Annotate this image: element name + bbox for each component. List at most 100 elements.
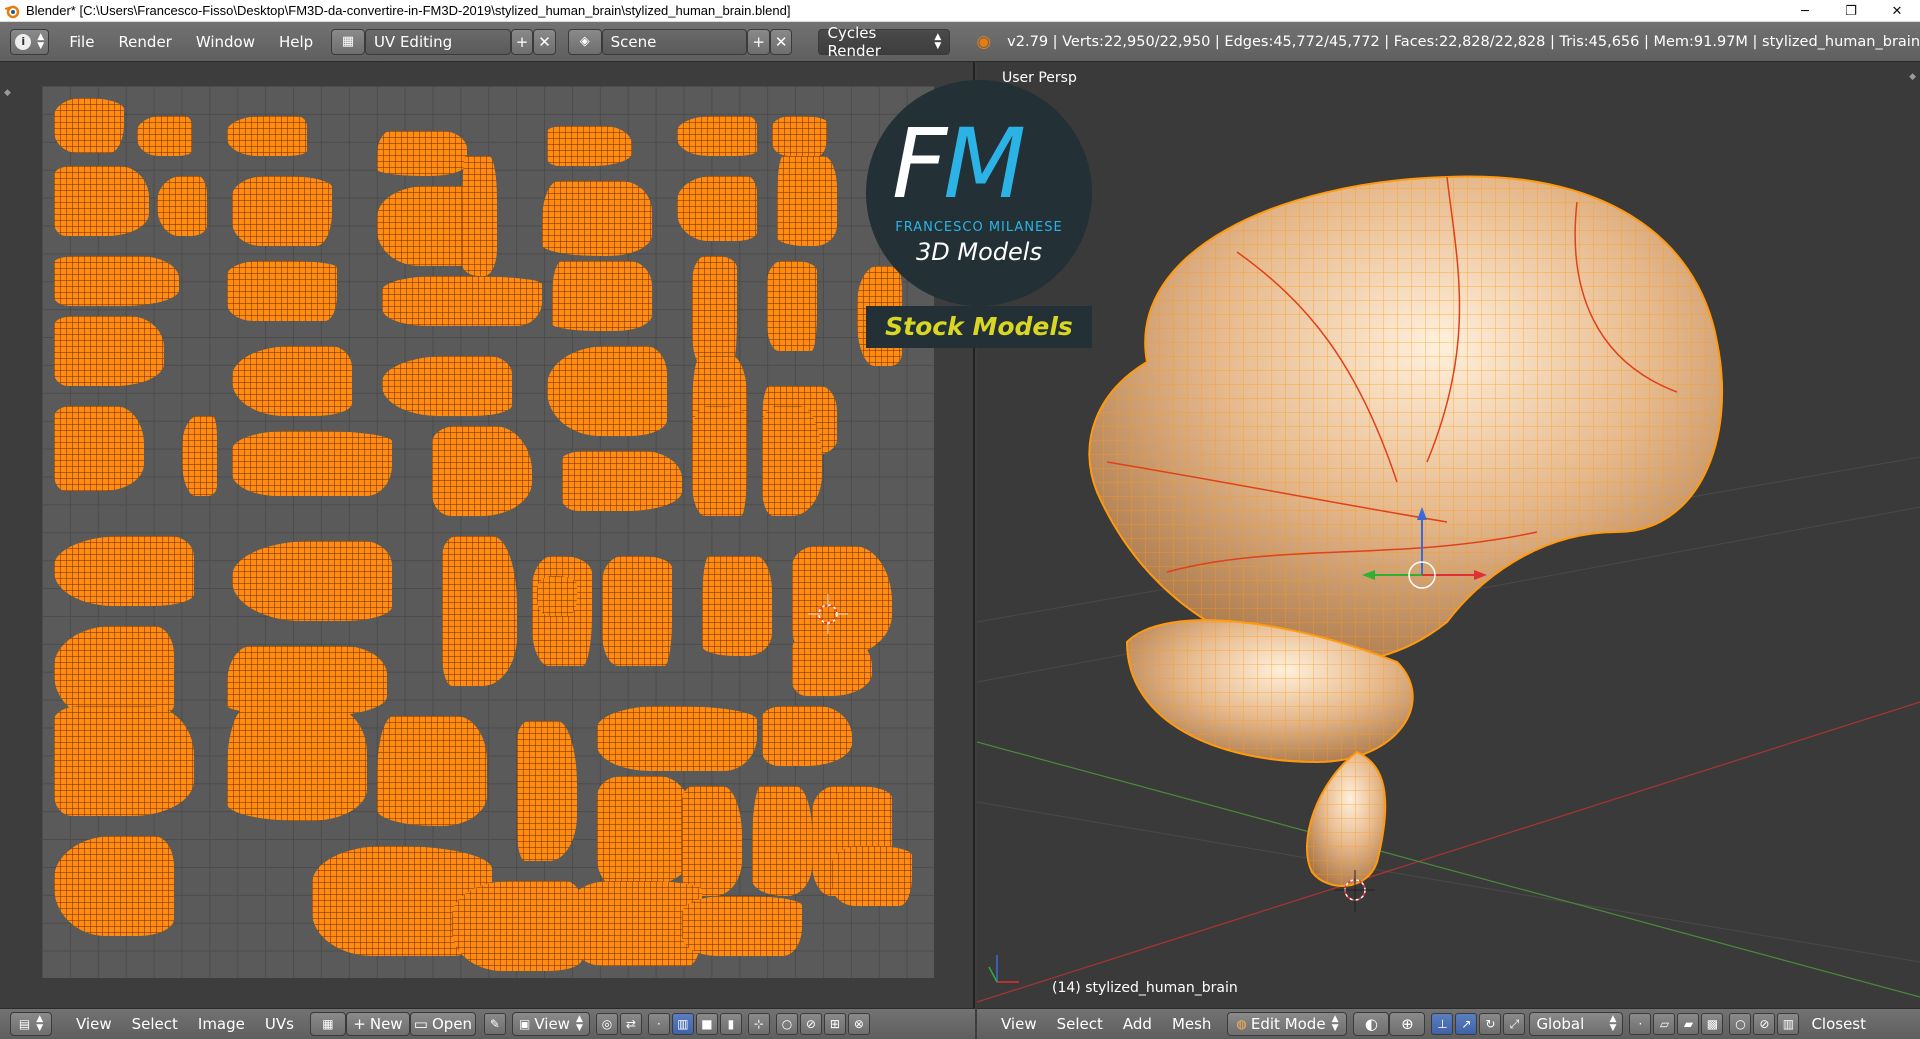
uv-island[interactable] <box>157 176 207 236</box>
rotate-manipulator-icon[interactable]: ↻ <box>1479 1013 1502 1035</box>
pivot-point-select[interactable]: ⊕ <box>1389 1012 1426 1036</box>
uv-island[interactable] <box>137 116 192 156</box>
uv-island[interactable] <box>54 836 174 936</box>
uv-island[interactable] <box>677 176 757 241</box>
select-edge-icon[interactable]: ▱ <box>1653 1013 1676 1035</box>
uv-island[interactable] <box>442 536 517 686</box>
2d-cursor-icon[interactable] <box>808 594 848 634</box>
menu-render[interactable]: Render <box>106 22 183 62</box>
uv-island[interactable] <box>232 541 392 621</box>
new-image-button[interactable]: + New <box>345 1012 410 1036</box>
uv-island[interactable] <box>762 406 822 516</box>
uv-island[interactable] <box>702 556 772 656</box>
uv-island[interactable] <box>377 716 487 826</box>
menu-select[interactable]: Select <box>122 1015 188 1033</box>
snap-target-icon[interactable]: ⊞ <box>823 1013 846 1035</box>
sync-selection-icon[interactable]: ⇄ <box>619 1013 642 1035</box>
uv-island[interactable] <box>227 706 367 821</box>
select-vertex-icon[interactable]: · <box>1629 1013 1652 1035</box>
uv-island[interactable] <box>232 176 332 246</box>
uv-island[interactable] <box>182 416 217 496</box>
select-vertex-icon[interactable]: · <box>647 1013 670 1035</box>
scale-manipulator-icon[interactable]: ⤢ <box>1503 1013 1526 1035</box>
add-scene-button[interactable]: + <box>747 28 770 55</box>
uv-island[interactable] <box>597 706 757 771</box>
snap-element-icon[interactable]: ▥ <box>1777 1013 1800 1035</box>
screen-layout-field[interactable]: UV Editing <box>364 28 511 55</box>
uv-island[interactable] <box>562 451 682 511</box>
maximize-button[interactable]: ❐ <box>1828 0 1874 22</box>
open-image-button[interactable]: ▭ Open <box>409 1012 476 1036</box>
uv-island[interactable] <box>552 261 652 331</box>
uv-island[interactable] <box>54 706 194 816</box>
translate-manipulator-icon[interactable]: ↗ <box>1455 1013 1478 1035</box>
menu-mesh[interactable]: Mesh <box>1162 1015 1222 1033</box>
3d-viewport[interactable]: ◆ User Persp (14) stylized_human_brain <box>977 62 1920 1008</box>
uv-island[interactable] <box>54 406 144 491</box>
proportional-edit-icon[interactable]: ○ <box>1729 1013 1752 1035</box>
snap-icon[interactable]: ⊘ <box>799 1013 822 1035</box>
transform-orientation-select[interactable]: Global ▲ ▼ <box>1529 1012 1624 1036</box>
uv-island[interactable] <box>232 346 352 416</box>
uv-island[interactable] <box>832 846 912 906</box>
uv-island[interactable] <box>682 786 742 896</box>
view-mode-select[interactable]: ▣ View ▲ ▼ <box>511 1012 590 1036</box>
screen-layout-browse-button[interactable]: ▦ <box>331 28 365 55</box>
uv-canvas[interactable] <box>42 86 934 978</box>
scene-browse-button[interactable]: ◈ <box>567 28 602 55</box>
uv-island[interactable] <box>377 131 467 176</box>
snap-icon[interactable]: ⊘ <box>1753 1013 1776 1035</box>
uv-island[interactable] <box>772 116 827 156</box>
occlude-geometry-icon[interactable]: ▩ <box>1701 1013 1724 1035</box>
uv-image-editor[interactable]: ◆ <box>0 62 975 1008</box>
uv-island[interactable] <box>54 256 179 306</box>
select-face-icon[interactable]: ▰ <box>1677 1013 1700 1035</box>
select-face-icon[interactable]: ■ <box>695 1013 718 1035</box>
uv-island[interactable] <box>517 721 577 861</box>
menu-add[interactable]: Add <box>1113 1015 1162 1033</box>
close-button[interactable]: ✕ <box>1874 0 1920 22</box>
manipulator-toggle-icon[interactable]: ⊥ <box>1431 1013 1454 1035</box>
uv-island[interactable] <box>602 556 672 666</box>
uv-island[interactable] <box>54 536 194 606</box>
pin-icon[interactable]: ✎ <box>483 1013 506 1035</box>
menu-window[interactable]: Window <box>184 22 267 62</box>
uv-island[interactable] <box>767 261 817 351</box>
sticky-mode-icon[interactable]: ⊹ <box>747 1013 770 1035</box>
viewport-shading-select[interactable]: ◐ <box>1353 1012 1390 1036</box>
pivot-icon[interactable]: ◎ <box>595 1013 618 1035</box>
snap-target-value[interactable]: Closest <box>1801 1015 1876 1033</box>
select-edge-icon[interactable]: ▥ <box>671 1013 694 1035</box>
uv-island[interactable] <box>462 156 497 276</box>
uv-island[interactable] <box>452 881 582 971</box>
menu-file[interactable]: File <box>57 22 106 62</box>
uv-island[interactable] <box>54 316 164 386</box>
scene-field[interactable]: Scene <box>601 28 748 55</box>
delete-scene-button[interactable]: ✕ <box>769 28 793 55</box>
uv-island[interactable] <box>432 426 532 516</box>
interaction-mode-select[interactable]: ◍ Edit Mode ▲ ▼ <box>1227 1012 1348 1036</box>
menu-select[interactable]: Select <box>1047 1015 1113 1033</box>
uv-island[interactable] <box>777 156 837 246</box>
uv-island[interactable] <box>677 116 757 156</box>
editor-type-button[interactable]: ▤ ▲ ▼ <box>10 1012 52 1036</box>
uv-island[interactable] <box>547 126 632 166</box>
uv-island[interactable] <box>227 116 307 156</box>
uv-island[interactable] <box>537 576 577 616</box>
render-engine-select[interactable]: Cycles Render ▲ ▼ <box>818 24 951 60</box>
uv-island[interactable] <box>547 346 667 436</box>
menu-uvs[interactable]: UVs <box>255 1015 304 1033</box>
uv-island[interactable] <box>54 166 149 236</box>
uv-island[interactable] <box>227 261 337 321</box>
add-screen-button[interactable]: + <box>510 28 534 55</box>
uv-island[interactable] <box>762 706 852 766</box>
select-island-icon[interactable]: ▮ <box>719 1013 742 1035</box>
uv-island[interactable] <box>542 181 652 256</box>
menu-view[interactable]: View <box>991 1015 1047 1033</box>
menu-image[interactable]: Image <box>188 1015 255 1033</box>
brain-mesh[interactable] <box>1088 175 1724 887</box>
uv-island[interactable] <box>682 896 802 956</box>
minimize-button[interactable]: ─ <box>1782 0 1828 22</box>
uv-island[interactable] <box>692 256 737 366</box>
region-toggle-icon[interactable]: ◆ <box>4 88 11 98</box>
